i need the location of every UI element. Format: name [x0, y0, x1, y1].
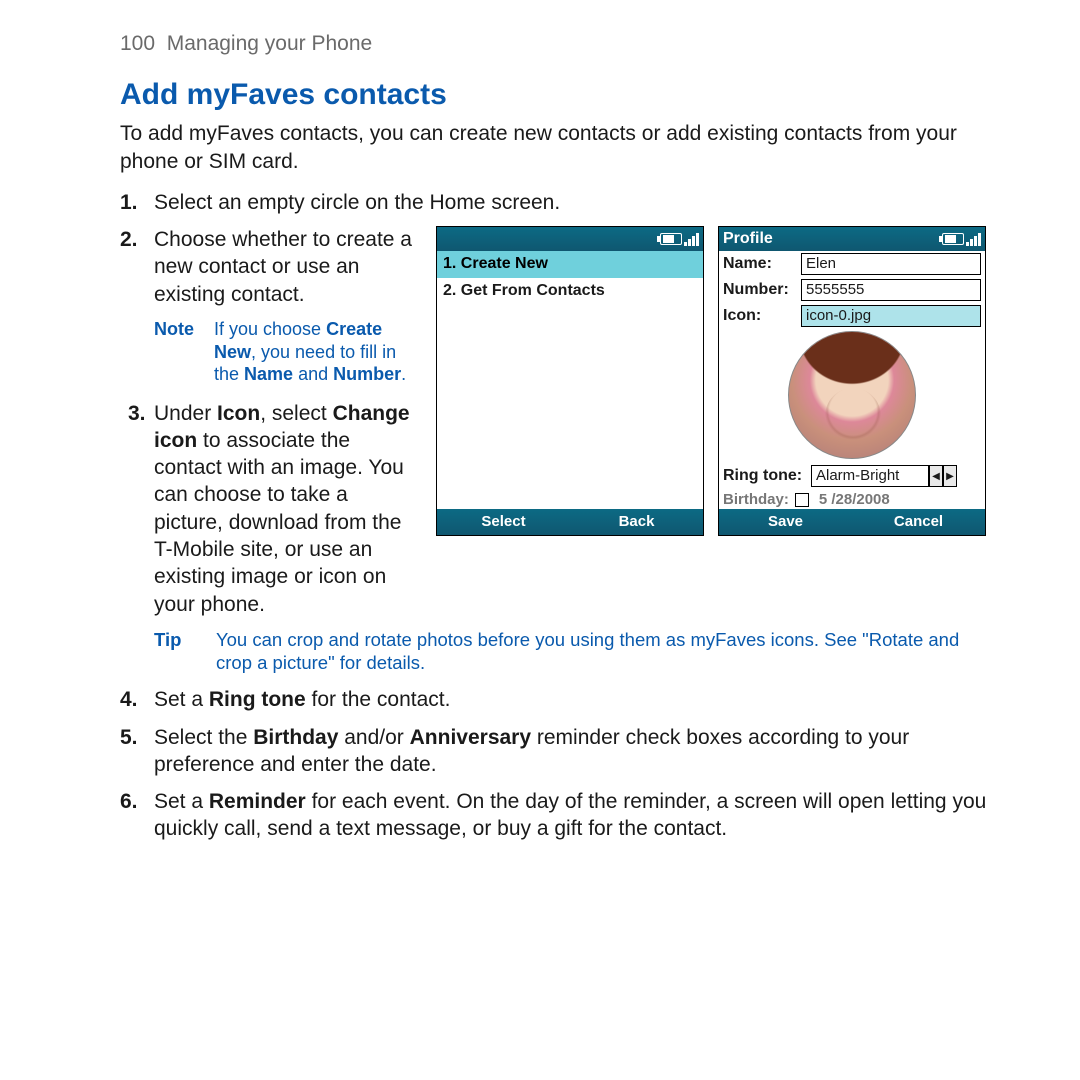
- step-text: Set a Ring tone for the contact.: [154, 688, 450, 711]
- chapter-title: Managing your Phone: [167, 32, 372, 55]
- tip-text: You can crop and rotate photos before yo…: [216, 628, 995, 674]
- step-2: 2. Choose whether to create a new contac…: [146, 226, 995, 618]
- menu-item-get-from-contacts[interactable]: 2. Get From Contacts: [437, 278, 703, 305]
- softkey-save[interactable]: Save: [719, 509, 852, 535]
- step-num: 3.: [128, 400, 146, 427]
- label-icon: Icon:: [723, 306, 797, 327]
- arrow-left-icon[interactable]: ◀: [929, 465, 943, 487]
- screen-title: Profile: [723, 229, 773, 250]
- label-number: Number:: [723, 280, 797, 301]
- step-num: 5.: [120, 724, 138, 751]
- statusbar: [437, 227, 703, 251]
- birthday-checkbox[interactable]: [795, 493, 809, 507]
- ringtone-value: Alarm-Bright: [811, 465, 929, 487]
- note-block: Note If you choose Create New, you need …: [154, 318, 422, 386]
- step-num: 6.: [120, 788, 138, 815]
- section-intro: To add myFaves contacts, you can create …: [120, 120, 995, 175]
- step-num: 4.: [120, 686, 138, 713]
- softkey-select[interactable]: Select: [437, 509, 570, 535]
- page-number: 100: [120, 32, 155, 55]
- screenshots: 1. Create New 2. Get From Contacts Selec…: [436, 226, 995, 536]
- name-field[interactable]: Elen: [801, 253, 981, 275]
- profile-body: Name: Elen Number: 5555555 Icon: icon-0.…: [719, 251, 985, 509]
- step-4: 4. Set a Ring tone for the contact.: [146, 686, 995, 713]
- note-text: If you choose Create New, you need to fi…: [214, 318, 422, 386]
- menu-item-create-new[interactable]: 1. Create New: [437, 251, 703, 278]
- menu-body: 1. Create New 2. Get From Contacts: [437, 251, 703, 509]
- signal-icon: [684, 232, 699, 246]
- steps-list-cont: 4. Set a Ring tone for the contact. 5. S…: [120, 686, 995, 842]
- step-1: 1. Select an empty circle on the Home sc…: [146, 189, 995, 216]
- steps-list: 1. Select an empty circle on the Home sc…: [120, 189, 995, 618]
- ringtone-spinner[interactable]: Alarm-Bright ◀ ▶: [811, 465, 957, 487]
- page-header: 100 Managing your Phone: [120, 30, 995, 57]
- arrow-right-icon[interactable]: ▶: [943, 465, 957, 487]
- step-text: Under Icon, select Change icon to associ…: [154, 402, 410, 616]
- step-text: Choose whether to create a new contact o…: [154, 228, 412, 306]
- label-birthday: Birthday:: [723, 491, 789, 509]
- label-ringtone: Ring tone:: [723, 466, 807, 487]
- step-5: 5. Select the Birthday and/or Anniversar…: [146, 724, 995, 779]
- signal-icon: [966, 232, 981, 246]
- label-name: Name:: [723, 254, 797, 275]
- birthday-value: 5 /28/2008: [819, 491, 890, 509]
- phone-screen-menu: 1. Create New 2. Get From Contacts Selec…: [436, 226, 704, 536]
- icon-field[interactable]: icon-0.jpg: [801, 305, 981, 327]
- tip-block: Tip You can crop and rotate photos befor…: [154, 628, 995, 674]
- step-text: Select an empty circle on the Home scree…: [154, 191, 560, 214]
- softkey-bar: Select Back: [437, 509, 703, 535]
- battery-icon: [942, 233, 964, 245]
- softkey-cancel[interactable]: Cancel: [852, 509, 985, 535]
- softkey-back[interactable]: Back: [570, 509, 703, 535]
- note-label: Note: [154, 318, 202, 386]
- battery-icon: [660, 233, 682, 245]
- step-text: Select the Birthday and/or Anniversary r…: [154, 726, 909, 776]
- step-6: 6. Set a Reminder for each event. On the…: [146, 788, 995, 843]
- number-field[interactable]: 5555555: [801, 279, 981, 301]
- avatar-icon: [788, 331, 916, 459]
- section-title: Add myFaves contacts: [120, 75, 995, 114]
- softkey-bar: Save Cancel: [719, 509, 985, 535]
- step-text: Set a Reminder for each event. On the da…: [154, 790, 986, 840]
- step-num: 1.: [120, 189, 138, 216]
- phone-screen-profile: Profile Name: Elen Number:: [718, 226, 986, 536]
- statusbar: Profile: [719, 227, 985, 251]
- step-num: 2.: [120, 226, 138, 253]
- tip-label: Tip: [154, 628, 194, 674]
- avatar-preview: [723, 331, 981, 459]
